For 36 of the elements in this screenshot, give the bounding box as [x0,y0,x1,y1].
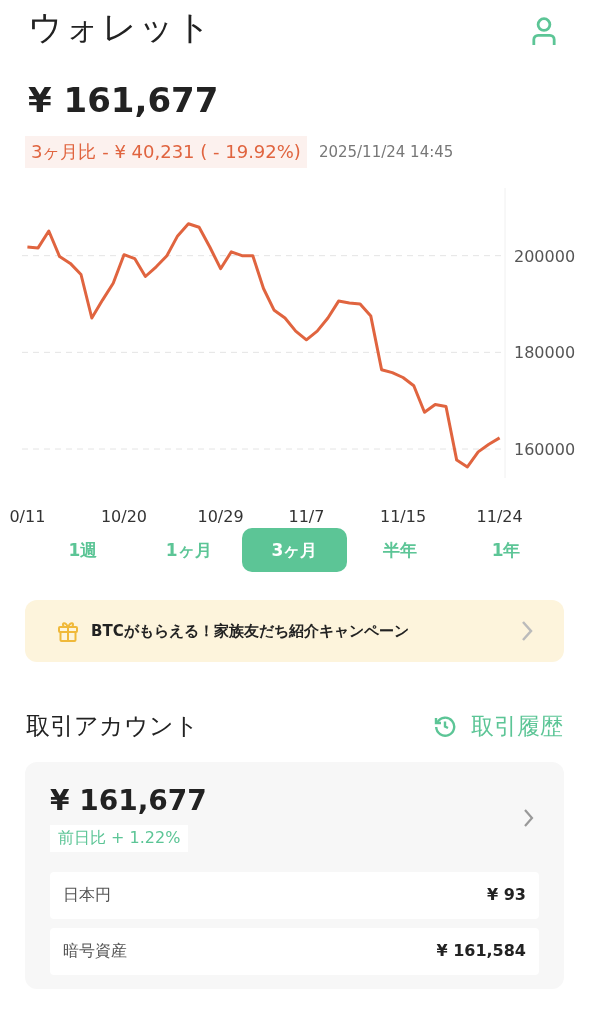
section-title: 取引アカウント [26,711,199,742]
x-tick-label: 11/24 [476,507,523,526]
x-tick-label: 11/7 [288,507,325,526]
asset-label: 暗号資産 [63,941,127,962]
y-tick-label: 160000 [514,440,576,459]
asset-row[interactable]: 日本円 ¥ 93 [50,872,539,919]
total-balance: ¥ 161,677 [27,79,220,120]
period-change: 3ヶ月比 - ¥ 40,231 ( - 19.92%) [25,136,307,168]
asset-row[interactable]: 暗号資産 ¥ 161,584 [50,928,539,975]
timestamp: 2025/11/24 14:45 [318,143,454,161]
range-tab[interactable]: 1ヶ月 [135,528,242,572]
y-tick-label: 200000 [514,246,576,266]
x-tick-label: 10/29 [197,507,244,526]
user-icon[interactable] [531,16,557,46]
history-icon [433,714,457,738]
asset-label: 日本円 [63,885,111,906]
history-link[interactable]: 取引履歴 [433,710,563,742]
banner-text: BTCがもらえる！家族友だち紹介キャンペーン [91,621,410,641]
account-card[interactable]: ¥ 161,677 前日比 + 1.22% 日本円 ¥ 93 暗号資産 ¥ 161,584 [25,762,564,989]
chevron-right-icon [520,619,534,643]
x-tick-label: 0/11 [9,507,46,526]
range-tab[interactable]: 3ヶ月 [241,528,348,572]
page-title: ウォレット [28,6,213,49]
range-tab[interactable]: 1年 [453,528,559,572]
campaign-banner[interactable]: BTCがもらえる！家族友だち紹介キャンペーン [25,600,564,662]
chevron-right-icon [523,808,535,828]
daily-change: 前日比 + 1.22% [50,825,189,852]
asset-value: ¥ 93 [487,885,526,906]
account-balance: ¥ 161,677 [50,784,207,817]
range-tab[interactable]: 半年 [347,528,454,572]
x-tick-label: 11/15 [380,507,427,526]
range-tab[interactable]: 1週 [30,528,136,572]
asset-value: ¥ 161,584 [436,941,526,962]
y-tick-label: 180000 [514,343,576,363]
x-tick-label: 10/20 [100,507,147,526]
gift-icon [57,619,79,643]
